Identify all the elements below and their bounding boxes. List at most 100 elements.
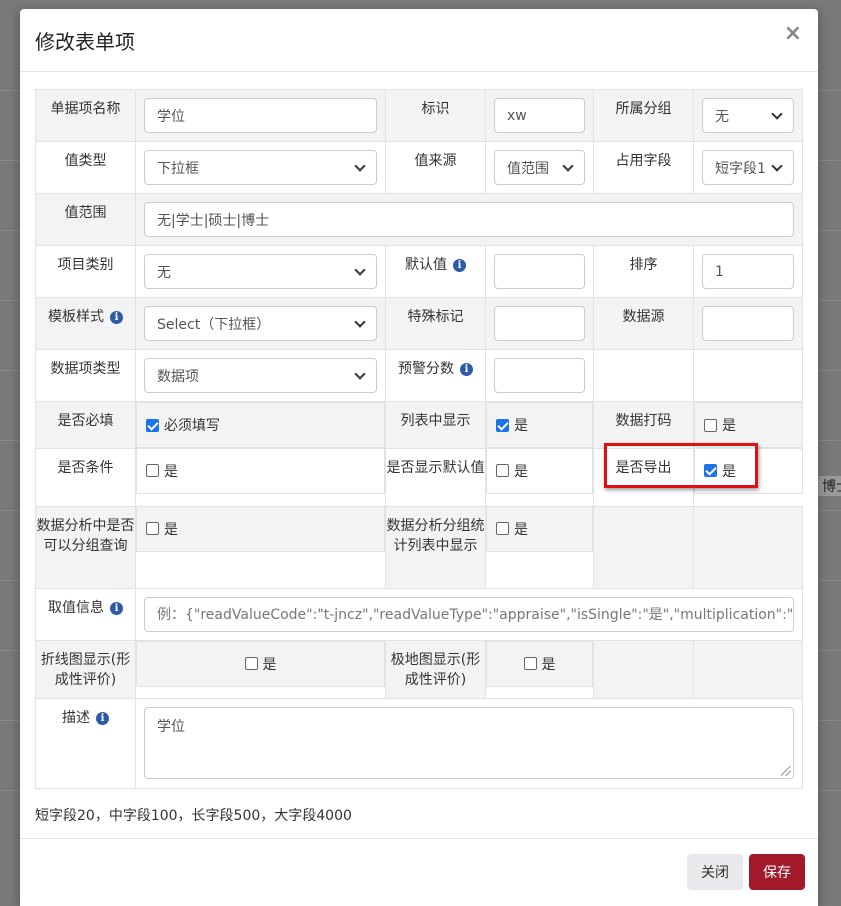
info-circle-icon[interactable]: i — [96, 711, 109, 725]
empty-cell — [693, 349, 803, 402]
value-type-label: 值类型 — [35, 141, 136, 194]
show-default-checkbox-group[interactable]: 是 — [486, 448, 593, 494]
default-value-input[interactable] — [494, 254, 585, 289]
checkbox-checked-icon[interactable] — [496, 418, 509, 432]
checkbox-icon[interactable] — [496, 522, 509, 535]
group-query-checkbox-group[interactable]: 是 — [136, 506, 385, 552]
value-type-select[interactable]: 下拉框 — [144, 150, 377, 185]
group-label: 所属分组 — [593, 89, 694, 142]
empty-cell — [693, 505, 803, 589]
value-range-input[interactable]: 无|学士|硕士|博士 — [144, 202, 794, 237]
checkbox-icon[interactable] — [704, 418, 717, 432]
data-mask-label: 数据打码 — [593, 401, 694, 449]
special-mark-input[interactable] — [494, 306, 585, 341]
modal-title: 修改表单项 — [35, 30, 135, 54]
required-checkbox-group[interactable]: 必须填写 — [136, 402, 385, 448]
value-info-label: 取值信息 i — [35, 587, 136, 641]
data-item-type-select-value: 数据项 — [157, 368, 199, 385]
checkbox-icon[interactable] — [244, 656, 258, 670]
group-stats-checkbox-group[interactable]: 是 — [486, 506, 593, 552]
close-button[interactable]: 关闭 — [687, 854, 743, 890]
group-query-label: 数据分析中是否可以分组查询 — [35, 505, 136, 589]
modal-footer: 关闭 保存 — [20, 838, 818, 906]
description-text: 学位 — [157, 718, 185, 735]
resize-grip-icon[interactable] — [781, 765, 791, 776]
is-condition-checkbox-group[interactable]: 是 — [136, 448, 385, 494]
empty-cell — [593, 349, 694, 402]
group-stats-option: 是 — [514, 522, 528, 538]
field-length-note: 短字段20，中字段100，长字段500，大字段4000 — [35, 808, 352, 824]
warning-score-label: 预警分数 i — [385, 349, 486, 402]
required-label: 是否必填 — [35, 401, 136, 449]
close-icon[interactable]: × — [784, 23, 802, 45]
show-in-list-checkbox-group[interactable]: 是 — [486, 402, 593, 448]
show-in-list-option: 是 — [514, 418, 528, 434]
info-circle-icon[interactable]: i — [460, 363, 473, 376]
data-mask-option: 是 — [722, 418, 736, 434]
show-default-option: 是 — [514, 464, 528, 480]
background-table-cell-text: 博士 — [818, 476, 841, 496]
item-category-select[interactable]: 无 — [144, 254, 377, 289]
polar-chart-checkbox-group[interactable]: 是 — [486, 640, 593, 687]
occupied-field-select[interactable]: 短字段1 — [702, 150, 794, 185]
chevron-down-icon — [771, 159, 783, 172]
data-item-type-select[interactable]: 数据项 — [144, 358, 377, 393]
item-category-select-value: 无 — [157, 264, 171, 281]
form-table: 单据项名称 学位 标识 xw 所属分组 无 值类型 下拉框 值来源 值范围 占用… — [35, 89, 803, 789]
save-button[interactable]: 保存 — [749, 854, 805, 890]
data-source-label: 数据源 — [593, 297, 694, 350]
is-export-option: 是 — [722, 464, 736, 480]
is-export-checkbox-group[interactable]: 是 — [694, 448, 803, 494]
checkbox-icon[interactable] — [523, 656, 537, 670]
polar-chart-label: 极地图显示(形成性评价) — [385, 639, 486, 699]
show-in-list-label: 列表中显示 — [385, 401, 486, 449]
empty-cell — [693, 639, 803, 699]
line-chart-label: 折线图显示(形成性评价) — [35, 639, 136, 699]
sort-input[interactable]: 1 — [702, 254, 794, 289]
is-export-label: 是否导出 — [593, 447, 694, 507]
group-select[interactable]: 无 — [702, 98, 794, 133]
data-source-input[interactable] — [702, 306, 794, 341]
checkbox-checked-icon[interactable] — [146, 418, 159, 432]
value-source-label: 值来源 — [385, 141, 486, 194]
chevron-down-icon — [771, 107, 783, 120]
value-source-select[interactable]: 值范围 — [494, 150, 585, 185]
checkbox-icon[interactable] — [496, 464, 509, 477]
item-name-input[interactable]: 学位 — [144, 98, 377, 133]
edit-form-item-modal: 修改表单项 × 单据项名称 学位 标识 xw 所属分组 无 值类型 下拉框 值来… — [20, 9, 818, 906]
data-mask-checkbox-group[interactable]: 是 — [694, 402, 803, 448]
required-option: 必须填写 — [164, 418, 220, 434]
is-condition-label: 是否条件 — [35, 447, 136, 507]
checkbox-icon[interactable] — [146, 464, 159, 477]
line-chart-checkbox-group[interactable]: 是 — [136, 640, 385, 687]
warning-score-input[interactable] — [494, 358, 585, 393]
empty-cell — [593, 505, 694, 589]
value-source-select-value: 值范围 — [507, 160, 549, 177]
checkbox-icon[interactable] — [146, 522, 159, 535]
checkbox-checked-icon[interactable] — [704, 464, 717, 477]
description-textarea[interactable]: 学位 — [144, 706, 794, 779]
line-chart-option: 是 — [262, 656, 277, 673]
item-name-label: 单据项名称 — [35, 89, 136, 142]
default-value-label: 默认值 i — [385, 245, 486, 298]
value-info-input[interactable]: 例：{"readValueCode":"t-jncz","readValueTy… — [144, 596, 794, 632]
info-circle-icon[interactable]: i — [110, 311, 123, 324]
chevron-down-icon — [354, 315, 366, 328]
template-style-select[interactable]: Select（下拉框） — [144, 306, 377, 341]
show-default-label: 是否显示默认值 — [385, 447, 486, 507]
modal-header: 修改表单项 × — [20, 9, 818, 72]
info-circle-icon[interactable]: i — [110, 601, 123, 615]
info-circle-icon[interactable]: i — [453, 259, 466, 272]
sort-label: 排序 — [593, 245, 694, 298]
template-style-label: 模板样式 i — [35, 297, 136, 350]
template-style-select-value: Select（下拉框） — [157, 316, 271, 333]
occupied-field-label: 占用字段 — [593, 141, 694, 194]
is-condition-option: 是 — [164, 464, 178, 480]
chevron-down-icon — [562, 159, 574, 172]
identifier-input[interactable]: xw — [494, 98, 585, 133]
chevron-down-icon — [354, 263, 366, 276]
description-label: 描述 i — [35, 697, 136, 789]
group-query-option: 是 — [164, 522, 178, 538]
value-type-select-value: 下拉框 — [157, 160, 199, 177]
occupied-field-select-value: 短字段1 — [715, 160, 766, 177]
